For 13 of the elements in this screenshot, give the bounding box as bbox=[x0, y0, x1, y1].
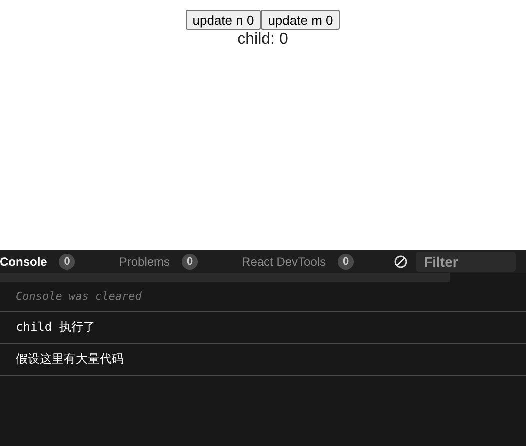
filter-field[interactable]: Filter bbox=[416, 252, 516, 272]
panel-tab[interactable]: Problems bbox=[119, 254, 170, 268]
panel-tab[interactable]: React DevTools bbox=[242, 254, 326, 268]
console-message: 假设这里有大量代码 bbox=[0, 344, 526, 376]
console-message: child 执行了 bbox=[0, 312, 526, 344]
console-message: Console was cleared bbox=[0, 282, 526, 312]
child-text: child: 0 bbox=[238, 31, 288, 49]
count-badge: 0 bbox=[338, 254, 354, 270]
count-badge: 0 bbox=[59, 254, 76, 270]
count-badge: 0 bbox=[182, 254, 198, 270]
panel-tab[interactable]: Console bbox=[0, 254, 48, 268]
update-button[interactable]: update m 0 bbox=[261, 10, 340, 30]
update-button[interactable]: update n 0 bbox=[186, 10, 262, 30]
